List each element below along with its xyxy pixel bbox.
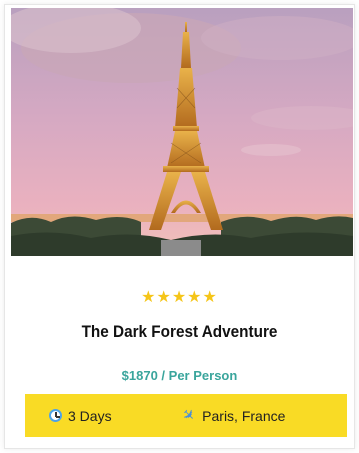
duration-info: 3 Days (49, 408, 112, 424)
tour-info-bar: 3 Days ✈ Paris, France (25, 394, 347, 437)
location-info: ✈ Paris, France (177, 405, 286, 426)
tour-card[interactable]: ★★★★★ The Dark Forest Adventure $1870 / … (4, 4, 355, 449)
location-label: Paris, France (202, 407, 286, 424)
eiffel-tower-image (11, 8, 353, 256)
star-rating: ★★★★★ (5, 287, 354, 307)
star-icon: ★ (171, 289, 188, 306)
tour-price: $1870 / Per Person (121, 368, 238, 383)
duration-label: 3 Days (68, 407, 112, 424)
airplane-icon: ✈ (177, 405, 199, 426)
star-icon: ★ (187, 289, 203, 306)
clock-icon (49, 409, 62, 422)
star-icon: ★ (156, 289, 172, 306)
tour-photo[interactable] (11, 8, 353, 256)
star-icon: ★ (141, 289, 157, 306)
star-icon: ★ (202, 289, 218, 306)
tour-title[interactable]: The Dark Forest Adventure (22, 322, 336, 342)
